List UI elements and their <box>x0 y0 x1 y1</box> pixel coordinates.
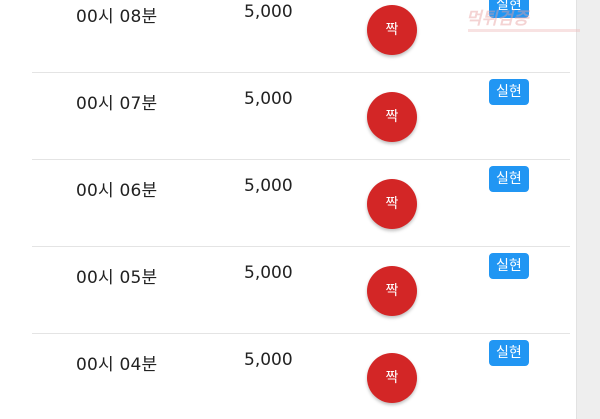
amount-label: 5,000 <box>244 2 293 22</box>
list-item: 00시 06분 5,000 짝 실현 <box>32 159 570 246</box>
row-divider <box>32 72 570 73</box>
bet-circle: 짝 <box>367 353 417 403</box>
amount-label: 5,000 <box>244 89 293 109</box>
watermark-underline <box>468 29 580 32</box>
bet-circle: 짝 <box>367 92 417 142</box>
amount-label: 5,000 <box>244 350 293 370</box>
status-badge: 실현 <box>489 79 529 105</box>
list-item: 00시 07분 5,000 짝 실현 <box>32 72 570 159</box>
status-badge: 실현 <box>489 166 529 192</box>
bet-circle: 짝 <box>367 5 417 55</box>
list-item: 00시 05분 5,000 짝 실현 <box>32 246 570 333</box>
results-list: 00시 08분 5,000 짝 실현 00시 07분 5,000 짝 실현 00… <box>0 0 577 419</box>
status-badge: 실현 <box>489 253 529 279</box>
watermark-text: 먹튀검증 <box>466 9 531 29</box>
row-divider <box>32 333 570 334</box>
bet-circle: 짝 <box>367 179 417 229</box>
amount-label: 5,000 <box>244 176 293 196</box>
status-badge: 실현 <box>489 340 529 366</box>
time-label: 00시 07분 <box>76 94 158 114</box>
amount-label: 5,000 <box>244 263 293 283</box>
time-label: 00시 04분 <box>76 355 158 375</box>
row-divider <box>32 246 570 247</box>
row-divider <box>32 159 570 160</box>
watermark-logo: 먹튀검증 <box>466 9 580 32</box>
list-item: 00시 04분 5,000 짝 실현 <box>32 333 570 419</box>
time-label: 00시 06분 <box>76 181 158 201</box>
bet-circle: 짝 <box>367 266 417 316</box>
time-label: 00시 08분 <box>76 7 158 27</box>
time-label: 00시 05분 <box>76 268 158 288</box>
page: 00시 08분 5,000 짝 실현 00시 07분 5,000 짝 실현 00… <box>0 0 600 419</box>
